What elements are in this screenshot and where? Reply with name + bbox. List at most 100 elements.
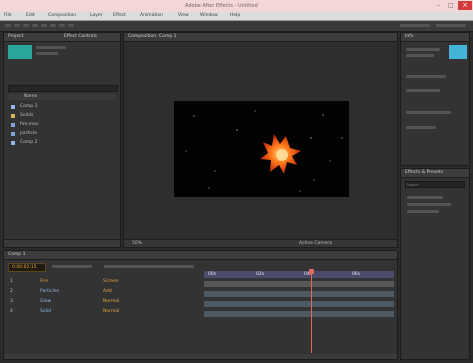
window-title: Adobe After Effects - Untitled bbox=[185, 3, 258, 9]
timeline-search[interactable] bbox=[52, 265, 92, 268]
list-item[interactable]: fire.mov bbox=[8, 121, 116, 129]
info-line bbox=[406, 111, 451, 114]
project-panel-header: Project Effect Controls bbox=[4, 33, 120, 42]
composition-tab[interactable]: Composition: Comp 1 bbox=[128, 34, 176, 39]
footage-icon bbox=[11, 132, 15, 136]
info-panel-header: Info bbox=[401, 33, 469, 42]
info-line bbox=[406, 75, 446, 78]
layer-duration-bar[interactable] bbox=[204, 311, 394, 317]
tool-rotate[interactable] bbox=[32, 24, 38, 27]
list-item[interactable]: particle bbox=[8, 130, 116, 138]
timeline-bottom-bar bbox=[4, 354, 397, 359]
table-row[interactable]: 2 Particles Add bbox=[8, 288, 198, 296]
tool-brush[interactable] bbox=[68, 24, 74, 27]
playhead-handle[interactable] bbox=[309, 269, 314, 274]
timeline-tab[interactable]: Comp 1 bbox=[8, 252, 25, 257]
project-item-name: Comp 1 bbox=[20, 104, 38, 109]
project-bottom-bar bbox=[4, 239, 120, 247]
menu-effect[interactable]: Effect bbox=[113, 13, 126, 18]
tool-hand[interactable] bbox=[14, 24, 20, 27]
info-tab[interactable]: Info bbox=[405, 34, 414, 39]
info-color-swatch bbox=[449, 45, 467, 59]
search-help-field[interactable] bbox=[436, 24, 466, 27]
close-button[interactable]: × bbox=[458, 1, 472, 10]
footage-icon bbox=[11, 123, 15, 127]
project-item-name: Solids bbox=[20, 113, 34, 118]
tool-camera[interactable] bbox=[41, 24, 47, 27]
effect-controls-tab[interactable]: Effect Controls bbox=[64, 34, 97, 39]
effects-list-item[interactable] bbox=[407, 203, 451, 206]
particle-specks bbox=[185, 110, 343, 192]
menu-bar: File Edit Composition Layer Effect Anima… bbox=[0, 12, 473, 21]
timeline-header: Comp 1 bbox=[4, 251, 397, 260]
list-item[interactable]: Comp 1 bbox=[8, 103, 116, 111]
project-item-name: fire.mov bbox=[20, 122, 39, 127]
composition-panel-header: Composition: Comp 1 bbox=[124, 33, 397, 42]
ruler-label: 06s bbox=[352, 272, 361, 277]
menu-edit[interactable]: Edit bbox=[26, 13, 35, 18]
project-list: Comp 1 Solids fire.mov particle Comp 2 bbox=[8, 103, 116, 173]
project-item-name: Comp 2 bbox=[20, 140, 38, 145]
table-row[interactable]: 1 Fire Screen bbox=[8, 278, 198, 286]
ruler-label: 02s bbox=[256, 272, 265, 277]
table-row[interactable]: 3 Glow Normal bbox=[8, 298, 198, 306]
layer-name: Solid bbox=[40, 309, 51, 314]
menu-layer[interactable]: Layer bbox=[90, 13, 103, 18]
tool-text[interactable] bbox=[59, 24, 65, 27]
maximize-button[interactable]: □ bbox=[448, 2, 456, 9]
tool-selection[interactable] bbox=[5, 24, 11, 27]
list-item[interactable]: Comp 2 bbox=[8, 139, 116, 147]
playhead[interactable] bbox=[309, 269, 314, 353]
layer-duration-bar[interactable] bbox=[204, 281, 394, 287]
column-name-header[interactable]: Name bbox=[24, 94, 37, 99]
project-item-info-line bbox=[36, 46, 66, 49]
layer-name: Fire bbox=[40, 279, 49, 284]
effects-search-input[interactable] bbox=[405, 181, 465, 188]
timeline-panel: Comp 1 0:00:02:15 1 Fire Screen 2 Partic… bbox=[3, 250, 398, 360]
timecode-value: 0:00:02:15 bbox=[12, 265, 37, 270]
info-line bbox=[406, 89, 440, 92]
minimize-button[interactable]: – bbox=[437, 2, 445, 9]
workspace-selector[interactable] bbox=[400, 24, 430, 27]
menu-help[interactable]: Help bbox=[230, 13, 240, 18]
table-row[interactable]: 4 Solid Normal bbox=[8, 308, 198, 316]
layer-number: 2 bbox=[10, 289, 13, 294]
ruler-label: 00s bbox=[208, 272, 217, 277]
timeline-ruler[interactable]: 00s 02s 04s 06s bbox=[204, 271, 394, 278]
list-item[interactable]: Solids bbox=[8, 112, 116, 120]
timeline-switch-icons[interactable] bbox=[104, 265, 194, 268]
info-line bbox=[406, 126, 436, 129]
effects-presets-panel: Effects & Presets bbox=[400, 168, 470, 360]
info-line bbox=[406, 54, 434, 57]
layer-name: Particles bbox=[40, 289, 59, 294]
layer-duration-bar[interactable] bbox=[204, 301, 394, 307]
zoom-level[interactable]: 50% bbox=[132, 241, 142, 246]
composition-viewer bbox=[174, 101, 349, 197]
menu-file[interactable]: File bbox=[4, 13, 12, 18]
layer-mode: Normal bbox=[103, 309, 120, 314]
layer-bars bbox=[204, 281, 394, 353]
tools-bar bbox=[0, 21, 473, 32]
folder-icon bbox=[11, 114, 15, 118]
menu-composition[interactable]: Composition bbox=[48, 13, 76, 18]
timecode-display[interactable]: 0:00:02:15 bbox=[8, 263, 46, 272]
tool-pen[interactable] bbox=[50, 24, 56, 27]
project-panel: Project Effect Controls Name Comp 1 Soli… bbox=[3, 32, 121, 248]
effects-presets-header: Effects & Presets bbox=[401, 169, 469, 178]
composition-icon bbox=[11, 105, 15, 109]
layer-mode: Screen bbox=[103, 279, 119, 284]
layer-duration-bar[interactable] bbox=[204, 291, 394, 297]
menu-animation[interactable]: Animation bbox=[140, 13, 163, 18]
fire-particle-render bbox=[185, 110, 343, 192]
tool-zoom[interactable] bbox=[23, 24, 29, 27]
menu-window[interactable]: Window bbox=[200, 13, 218, 18]
menu-view[interactable]: View bbox=[178, 13, 189, 18]
effects-list-item[interactable] bbox=[407, 210, 439, 213]
project-tab[interactable]: Project bbox=[8, 34, 23, 39]
composition-icon bbox=[11, 141, 15, 145]
project-search-input[interactable] bbox=[8, 85, 118, 92]
effects-presets-tab[interactable]: Effects & Presets bbox=[405, 170, 443, 175]
layer-list: 1 Fire Screen 2 Particles Add 3 Glow Nor… bbox=[8, 278, 198, 353]
effects-list-item[interactable] bbox=[407, 196, 443, 199]
camera-selector[interactable]: Active Camera bbox=[299, 241, 332, 246]
